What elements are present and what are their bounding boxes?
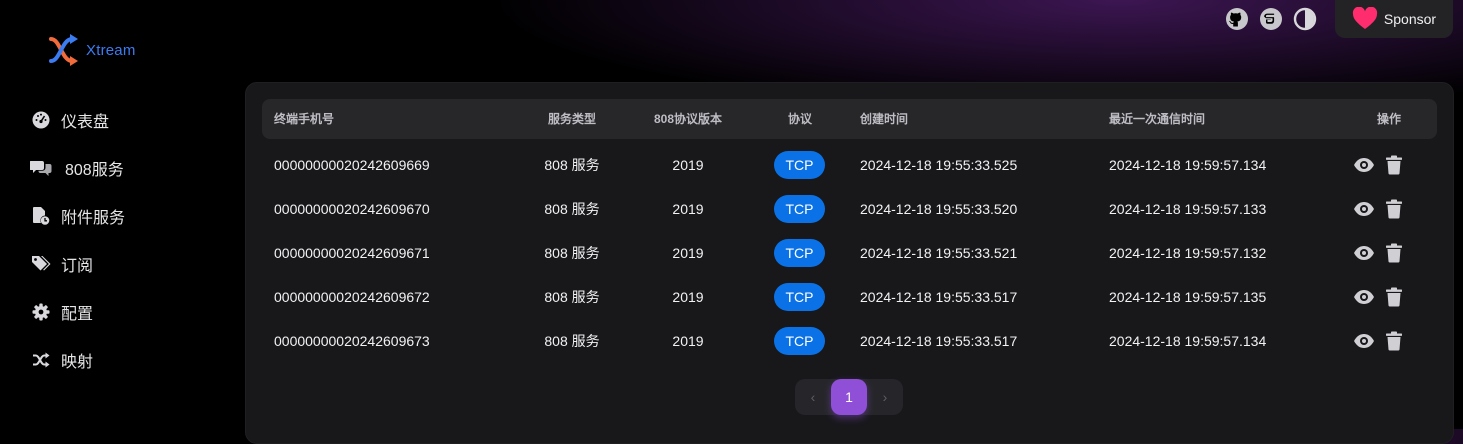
- cell-phone: 00000000020242609672: [274, 289, 430, 305]
- protocol-badge: TCP: [774, 239, 825, 267]
- protocol-badge: TCP: [774, 327, 825, 355]
- delete-trash-icon[interactable]: [1383, 242, 1405, 264]
- cell-created-time: 2024-12-18 19:55:33.521: [860, 245, 1018, 261]
- column-header-created-time[interactable]: 创建时间: [860, 99, 908, 139]
- cell-phone: 00000000020242609670: [274, 201, 430, 217]
- view-eye-icon[interactable]: [1353, 330, 1375, 352]
- cell-created-time: 2024-12-18 19:55:33.517: [860, 333, 1018, 349]
- sidebar-item-label: 映射: [61, 354, 94, 371]
- gear-icon: [30, 301, 52, 323]
- view-eye-icon[interactable]: [1353, 154, 1375, 176]
- delete-trash-icon[interactable]: [1383, 286, 1405, 308]
- column-header-service-type[interactable]: 服务类型: [522, 99, 622, 139]
- sidebar-item-label: 订阅: [61, 258, 94, 275]
- sidebar-item-808-service[interactable]: 808服务: [30, 144, 230, 192]
- pagination-next-button[interactable]: ›: [867, 379, 903, 415]
- cell-last-comm-time: 2024-12-18 19:59:57.135: [1109, 289, 1267, 305]
- shuffle-icon: [30, 349, 52, 371]
- delete-trash-icon[interactable]: [1383, 154, 1405, 176]
- github-icon[interactable]: [1225, 7, 1249, 31]
- sidebar-item-label: 仪表盘: [61, 114, 110, 131]
- comments-icon: [30, 157, 52, 179]
- terminal-table-panel: 终端手机号 服务类型 808协议版本 协议 创建时间 最近一次通信时间 操作 0…: [245, 82, 1454, 444]
- xtream-logo-icon: [49, 34, 78, 66]
- sidebar-item-dashboard[interactable]: 仪表盘: [30, 96, 230, 144]
- sidebar-item-attachment-service[interactable]: 附件服务: [30, 192, 230, 240]
- delete-trash-icon[interactable]: [1383, 330, 1405, 352]
- theme-toggle-icon[interactable]: [1293, 7, 1317, 31]
- cell-last-comm-time: 2024-12-18 19:59:57.132: [1109, 245, 1267, 261]
- protocol-badge: TCP: [774, 151, 825, 179]
- cell-service-type: 808 服务: [544, 201, 600, 217]
- file-clock-icon: [30, 205, 52, 227]
- sidebar-item-label: 配置: [61, 306, 94, 323]
- table-row: 00000000020242609671 808 服务 2019 TCP 202…: [262, 231, 1437, 275]
- cell-protocol-version: 2019: [672, 245, 704, 261]
- cell-last-comm-time: 2024-12-18 19:59:57.134: [1109, 157, 1267, 173]
- sidebar-item-subscribe[interactable]: 订阅: [30, 240, 230, 288]
- delete-trash-icon[interactable]: [1383, 198, 1405, 220]
- table-row: 00000000020242609673 808 服务 2019 TCP 202…: [262, 319, 1437, 363]
- cell-service-type: 808 服务: [544, 245, 600, 261]
- cell-service-type: 808 服务: [544, 289, 600, 305]
- heart-icon: [1352, 7, 1378, 29]
- table-header: 终端手机号 服务类型 808协议版本 协议 创建时间 最近一次通信时间 操作: [262, 99, 1437, 139]
- tags-icon: [30, 253, 52, 275]
- view-eye-icon[interactable]: [1353, 286, 1375, 308]
- gitee-icon[interactable]: [1259, 7, 1283, 31]
- pagination-page-current[interactable]: 1: [831, 379, 867, 415]
- column-header-last-comm-time[interactable]: 最近一次通信时间: [1109, 99, 1205, 139]
- sidebar-item-mapping[interactable]: 映射: [30, 336, 230, 384]
- cell-phone: 00000000020242609671: [274, 245, 430, 261]
- protocol-badge: TCP: [774, 195, 825, 223]
- cell-protocol-version: 2019: [672, 201, 704, 217]
- cell-phone: 00000000020242609673: [274, 333, 430, 349]
- sponsor-label: Sponsor: [1383, 11, 1437, 27]
- cell-phone: 00000000020242609669: [274, 157, 430, 173]
- sponsor-button[interactable]: Sponsor: [1335, 0, 1453, 38]
- view-eye-icon[interactable]: [1353, 198, 1375, 220]
- cell-last-comm-time: 2024-12-18 19:59:57.133: [1109, 201, 1267, 217]
- app-name: Xtream: [86, 41, 136, 59]
- protocol-badge: TCP: [774, 283, 825, 311]
- cell-created-time: 2024-12-18 19:55:33.520: [860, 201, 1018, 217]
- pagination: ‹ 1 ›: [795, 379, 903, 415]
- column-header-actions: 操作: [1376, 112, 1401, 126]
- top-bar: Sponsor: [1215, 0, 1453, 38]
- column-header-protocol-version[interactable]: 808协议版本: [638, 99, 738, 139]
- column-header-protocol[interactable]: 协议: [765, 99, 835, 139]
- column-header-phone[interactable]: 终端手机号: [274, 99, 334, 139]
- sidebar-item-label: 808服务: [65, 162, 124, 179]
- dashboard-icon: [30, 109, 52, 131]
- cell-service-type: 808 服务: [544, 333, 600, 349]
- table-row: 00000000020242609669 808 服务 2019 TCP 202…: [262, 143, 1437, 187]
- cell-created-time: 2024-12-18 19:55:33.525: [860, 157, 1018, 173]
- cell-last-comm-time: 2024-12-18 19:59:57.134: [1109, 333, 1267, 349]
- cell-protocol-version: 2019: [672, 157, 704, 173]
- cell-service-type: 808 服务: [544, 157, 600, 173]
- view-eye-icon[interactable]: [1353, 242, 1375, 264]
- sidebar-item-config[interactable]: 配置: [30, 288, 230, 336]
- table-row: 00000000020242609670 808 服务 2019 TCP 202…: [262, 187, 1437, 231]
- app-logo[interactable]: Xtream: [48, 33, 136, 67]
- sidebar: 仪表盘 808服务 附件服务 订阅 配置 映射: [30, 96, 230, 384]
- cell-protocol-version: 2019: [672, 333, 704, 349]
- sidebar-item-label: 附件服务: [61, 210, 126, 227]
- pagination-prev-button[interactable]: ‹: [795, 379, 831, 415]
- cell-protocol-version: 2019: [672, 289, 704, 305]
- cell-created-time: 2024-12-18 19:55:33.517: [860, 289, 1018, 305]
- table-row: 00000000020242609672 808 服务 2019 TCP 202…: [262, 275, 1437, 319]
